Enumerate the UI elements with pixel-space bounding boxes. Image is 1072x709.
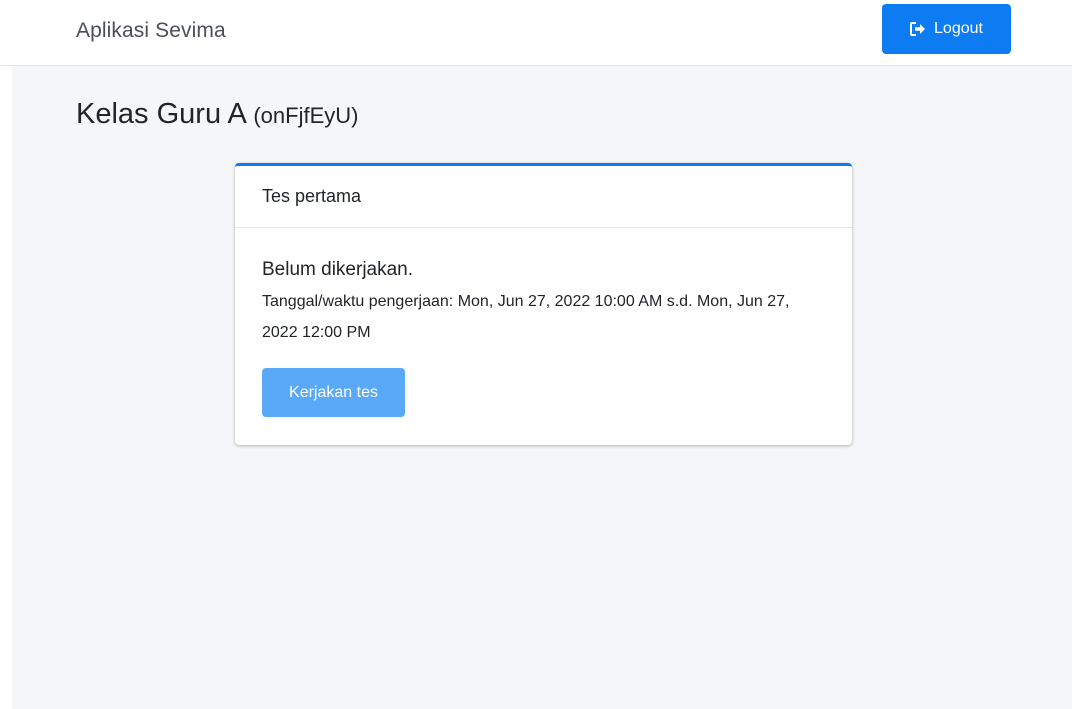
class-code: (onFjfEyU) <box>253 103 359 128</box>
page-title: Kelas Guru A (onFjfEyU) <box>76 98 358 131</box>
test-status: Belum dikerjakan. <box>262 259 414 280</box>
app-brand[interactable]: Aplikasi Sevima <box>76 19 226 43</box>
test-card: Tes pertama Belum dikerjakan. Tanggal/wa… <box>235 163 852 445</box>
logout-label: Logout <box>934 20 983 37</box>
start-test-button[interactable]: Kerjakan tes <box>262 368 405 417</box>
logout-button[interactable]: Logout <box>882 4 1011 54</box>
test-title: Tes pertama <box>262 186 362 206</box>
sign-out-icon <box>910 22 926 36</box>
top-navbar: Aplikasi Sevima Logout <box>0 0 1072 66</box>
test-schedule: Tanggal/waktu pengerjaan: Mon, Jun 27, 2… <box>262 293 790 341</box>
content-area: Kelas Guru A (onFjfEyU) Tes pertama Belu… <box>12 66 1072 709</box>
class-name: Kelas Guru A <box>76 98 246 130</box>
test-card-header: Tes pertama <box>235 166 852 228</box>
